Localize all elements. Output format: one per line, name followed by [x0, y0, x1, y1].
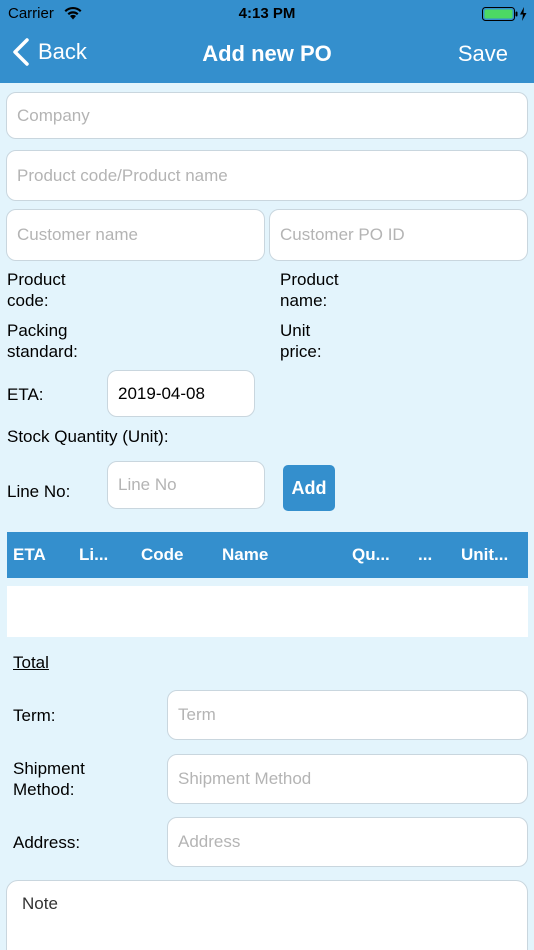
product-input[interactable]: Product code/Product name — [6, 150, 528, 201]
save-button[interactable]: Save — [458, 41, 508, 67]
header: Carrier 4:13 PM Back Add new PO Save — [0, 0, 534, 83]
total-label[interactable]: Total — [13, 653, 49, 673]
address-label: Address: — [13, 833, 81, 852]
column-header-code[interactable]: Code — [141, 545, 184, 565]
table-header: ETA Li... Code Name Qu... ... Unit... — [7, 532, 528, 578]
packing-standard-label: Packing standard: — [7, 321, 78, 361]
page-title: Add new PO — [202, 41, 332, 66]
line-no-input[interactable]: Line No — [107, 461, 265, 509]
add-button[interactable]: Add — [283, 465, 335, 511]
status-time: 4:13 PM — [238, 5, 296, 22]
term-input[interactable]: Term — [167, 690, 528, 740]
shipment-method-input[interactable]: Shipment Method — [167, 754, 528, 804]
column-header-line[interactable]: Li... — [79, 545, 108, 565]
table-body — [7, 586, 528, 637]
column-header-unit[interactable]: Unit... — [461, 545, 508, 565]
shipment-method-label: Shipment Method: — [13, 759, 85, 799]
address-input[interactable]: Address — [167, 817, 528, 867]
battery-icon — [482, 7, 527, 21]
column-header-eta[interactable]: ETA — [13, 545, 46, 565]
note-textarea[interactable]: Note — [6, 880, 528, 950]
stock-quantity-label: Stock Quantity (Unit): — [7, 427, 169, 446]
product-name-label: Product name: — [280, 270, 339, 310]
unit-price-label: Unit price: — [280, 321, 322, 361]
company-input[interactable]: Company — [6, 92, 528, 139]
eta-date-field[interactable]: 2019-04-08 — [107, 370, 255, 417]
customer-po-input[interactable]: Customer PO ID — [269, 209, 528, 261]
column-header-more[interactable]: ... — [418, 545, 432, 565]
status-bar: Carrier 4:13 PM — [0, 0, 534, 28]
column-header-quantity[interactable]: Qu... — [352, 545, 390, 565]
nav-bar: Back Add new PO Save — [0, 28, 534, 83]
customer-name-input[interactable]: Customer name — [6, 209, 265, 261]
line-no-label: Line No: — [7, 482, 71, 501]
product-code-label: Product code: — [7, 270, 66, 310]
column-header-name[interactable]: Name — [222, 545, 268, 565]
eta-label: ETA: — [7, 385, 44, 404]
term-label: Term: — [13, 706, 56, 725]
